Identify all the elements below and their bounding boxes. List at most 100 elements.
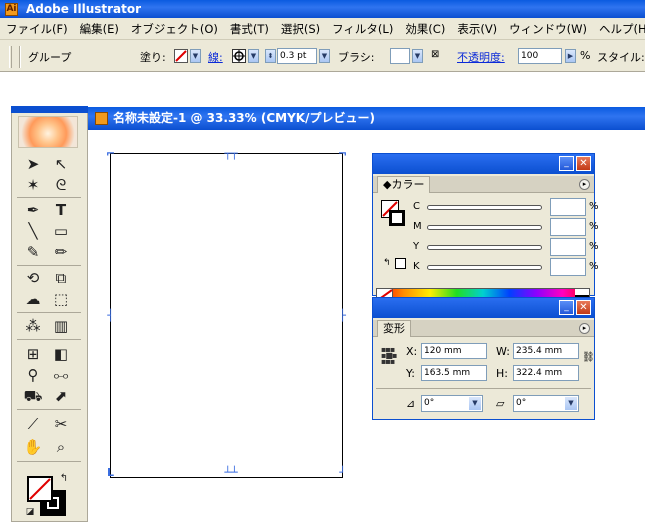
- eyedropper-tool-icon[interactable]: ⚲: [20, 365, 46, 385]
- menu-edit[interactable]: 編集(E): [74, 18, 125, 39]
- gradient-tool-icon[interactable]: ◧: [48, 344, 74, 364]
- chevron-down-icon[interactable]: ▼: [565, 397, 577, 410]
- pen-tool-icon[interactable]: ✒: [20, 200, 46, 220]
- slider-track-k[interactable]: [427, 265, 542, 270]
- symbol-sprayer-tool-icon[interactable]: ⁂: [20, 316, 46, 336]
- menu-help[interactable]: ヘルプ(H): [593, 18, 645, 39]
- free-transform-tool-icon[interactable]: ⬚: [48, 289, 74, 309]
- selection-tool-icon[interactable]: ➤: [20, 154, 46, 174]
- toolbar-grip-icon[interactable]: [9, 46, 12, 68]
- blend-tool-icon[interactable]: ⧟: [48, 365, 74, 385]
- artboard-edge-handle[interactable]: ┤: [105, 310, 116, 321]
- line-tool-icon[interactable]: ╲: [20, 221, 46, 241]
- menu-filter[interactable]: フィルタ(L): [326, 18, 399, 39]
- w-field[interactable]: 235.4 mm: [513, 343, 579, 359]
- mesh-tool-icon[interactable]: ⊞: [20, 344, 46, 364]
- x-field[interactable]: 120 mm: [421, 343, 487, 359]
- input-y[interactable]: [550, 238, 586, 256]
- lasso-tool-icon[interactable]: ᘓ: [48, 175, 74, 195]
- transform-panel: _ ✕ 変形 ▸ ▪▪▪ ▪■▪ ▪▪▪ X: 120 mm W: 235.4 mm…: [372, 297, 595, 420]
- y-field[interactable]: 163.5 mm: [421, 365, 487, 381]
- shear-field[interactable]: 0° ▼: [513, 395, 579, 412]
- chevron-down-icon[interactable]: ▼: [469, 397, 481, 410]
- rotate-field[interactable]: 0° ▼: [421, 395, 483, 412]
- stroke-weight-field[interactable]: 0.3 pt: [277, 48, 317, 64]
- close-icon[interactable]: ✕: [576, 156, 591, 171]
- default-fill-stroke-icon[interactable]: ◪: [24, 506, 36, 518]
- warp-tool-icon[interactable]: ☁: [20, 289, 46, 309]
- column-graph-tool-icon[interactable]: ▥: [48, 316, 74, 336]
- fill-color-box[interactable]: [27, 476, 53, 502]
- menu-select[interactable]: 選択(S): [275, 18, 326, 39]
- stroke-weight-stepper[interactable]: ⬍: [265, 49, 276, 63]
- toolbox-logo-icon[interactable]: [18, 116, 78, 148]
- minimize-icon[interactable]: _: [559, 156, 574, 171]
- stroke-dropdown-button[interactable]: ▼: [248, 49, 259, 63]
- out-of-gamut-icon[interactable]: ↰: [383, 258, 391, 268]
- live-paint-selection-tool-icon[interactable]: ⬈: [48, 386, 74, 406]
- menu-view[interactable]: 表示(V): [451, 18, 503, 39]
- slider-track-y[interactable]: [427, 245, 542, 250]
- type-tool-icon[interactable]: T: [48, 200, 74, 220]
- scale-tool-icon[interactable]: ⧉: [48, 268, 74, 288]
- rotate-tool-icon[interactable]: ⟲: [20, 268, 46, 288]
- artboard[interactable]: [110, 153, 343, 478]
- input-k[interactable]: [550, 258, 586, 276]
- brush-options-icon[interactable]: ⊠: [431, 49, 439, 60]
- rectangle-tool-icon[interactable]: ▭: [48, 221, 74, 241]
- opacity-label[interactable]: 不透明度:: [457, 49, 505, 65]
- color-panel-title-bar[interactable]: _ ✕: [373, 154, 594, 174]
- last-color-swatch[interactable]: [395, 258, 406, 269]
- artboard-edge-handle[interactable]: ┴┴: [220, 467, 242, 478]
- reference-point-icon[interactable]: ▪▪▪ ▪■▪ ▪▪▪: [381, 346, 399, 366]
- color-stroke-box[interactable]: [389, 210, 405, 226]
- toolbox-title-bar[interactable]: [11, 106, 88, 113]
- minimize-icon[interactable]: _: [559, 300, 574, 315]
- menu-window[interactable]: ウィンドウ(W): [503, 18, 593, 39]
- live-paint-tool-icon[interactable]: ⛟: [20, 386, 46, 406]
- artboard-corner-handle[interactable]: ¬: [337, 148, 348, 159]
- tab-color[interactable]: ◆カラー: [377, 176, 431, 193]
- swap-fill-stroke-icon[interactable]: ↰: [57, 472, 71, 486]
- stroke-weight-dropdown[interactable]: ▼: [319, 49, 330, 63]
- constrain-proportions-icon[interactable]: ⛓: [582, 352, 595, 363]
- slider-track-m[interactable]: [427, 225, 542, 230]
- fill-dropdown-button[interactable]: ▼: [190, 49, 201, 63]
- opacity-dropdown-button[interactable]: ▶: [565, 49, 576, 63]
- h-field[interactable]: 322.4 mm: [513, 365, 579, 381]
- input-c[interactable]: [550, 198, 586, 216]
- stroke-swatch[interactable]: [232, 49, 246, 63]
- tab-transform[interactable]: 変形: [377, 320, 411, 337]
- pencil-tool-icon[interactable]: ✏: [48, 242, 74, 262]
- menu-effect[interactable]: 効果(C): [399, 18, 451, 39]
- brush-dropdown-button[interactable]: ▼: [412, 49, 423, 63]
- slider-track-c[interactable]: [427, 205, 542, 210]
- artboard-corner-handle[interactable]: ┘: [337, 467, 348, 478]
- menu-file[interactable]: ファイル(F): [0, 18, 74, 39]
- artboard-edge-handle[interactable]: ├: [337, 310, 348, 321]
- artboard-corner-handle[interactable]: ⌐: [105, 148, 116, 159]
- artboard-edge-handle[interactable]: ┬┬: [220, 148, 242, 159]
- opacity-field[interactable]: 100: [518, 48, 562, 64]
- menu-object[interactable]: オブジェクト(O): [125, 18, 224, 39]
- menu-type[interactable]: 書式(T): [224, 18, 275, 39]
- brush-swatch[interactable]: [390, 48, 410, 64]
- fill-swatch[interactable]: [174, 49, 188, 63]
- input-m[interactable]: [550, 218, 586, 236]
- stroke-label[interactable]: 線:: [208, 49, 223, 65]
- transform-panel-title-bar[interactable]: _ ✕: [373, 298, 594, 318]
- unit-c: %: [589, 201, 599, 212]
- document-title-bar[interactable]: 名称未設定-1 @ 33.33% (CMYK/プレビュー): [88, 107, 645, 130]
- paintbrush-tool-icon[interactable]: ✎: [20, 242, 46, 262]
- zoom-tool-icon[interactable]: ⌕: [48, 437, 74, 457]
- panel-menu-icon[interactable]: ▸: [579, 179, 590, 190]
- slice-tool-icon[interactable]: ⟋: [20, 414, 46, 434]
- panel-menu-icon[interactable]: ▸: [579, 323, 590, 334]
- close-icon[interactable]: ✕: [576, 300, 591, 315]
- hand-tool-icon[interactable]: ✋: [20, 437, 46, 457]
- artboard-corner-handle[interactable]: L: [105, 467, 116, 478]
- scissors-tool-icon[interactable]: ✂: [48, 414, 74, 434]
- magic-wand-tool-icon[interactable]: ✶: [20, 175, 46, 195]
- none-swatch-icon: [29, 478, 51, 500]
- direct-selection-tool-icon[interactable]: ↖: [48, 154, 74, 174]
